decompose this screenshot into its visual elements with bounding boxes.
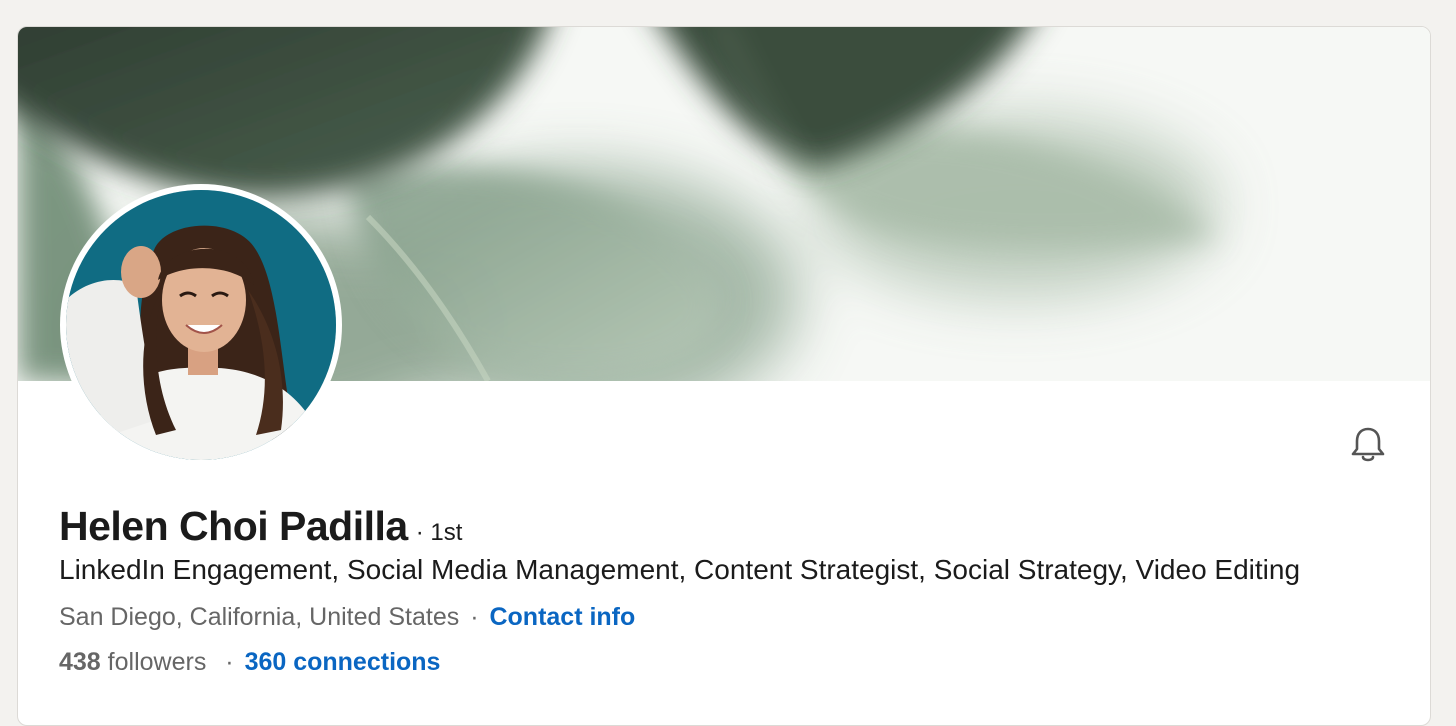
followers-label: followers <box>107 648 207 676</box>
profile-photo-frame[interactable] <box>60 184 342 466</box>
location-row: San Diego, California, United States · C… <box>59 603 635 632</box>
contact-info-link[interactable]: Contact info <box>489 603 635 631</box>
profile-name: Helen Choi Padilla <box>59 503 408 549</box>
followers-count: 438 <box>59 648 101 676</box>
connection-degree: · 1st <box>415 519 463 546</box>
separator: · <box>225 648 234 676</box>
profile-location: San Diego, California, United States <box>59 603 460 631</box>
separator: · <box>470 603 479 631</box>
avatar[interactable] <box>66 190 336 460</box>
stats-row: 438 followers · 360 connections <box>59 648 440 677</box>
profile-headline: LinkedIn Engagement, Social Media Manage… <box>59 554 1301 585</box>
name-row: Helen Choi Padilla · 1st <box>59 503 462 550</box>
connections-link[interactable]: 360 connections <box>245 648 441 676</box>
profile-card: Helen Choi Padilla · 1st LinkedIn Engage… <box>17 26 1431 726</box>
bell-icon[interactable] <box>1348 424 1388 464</box>
